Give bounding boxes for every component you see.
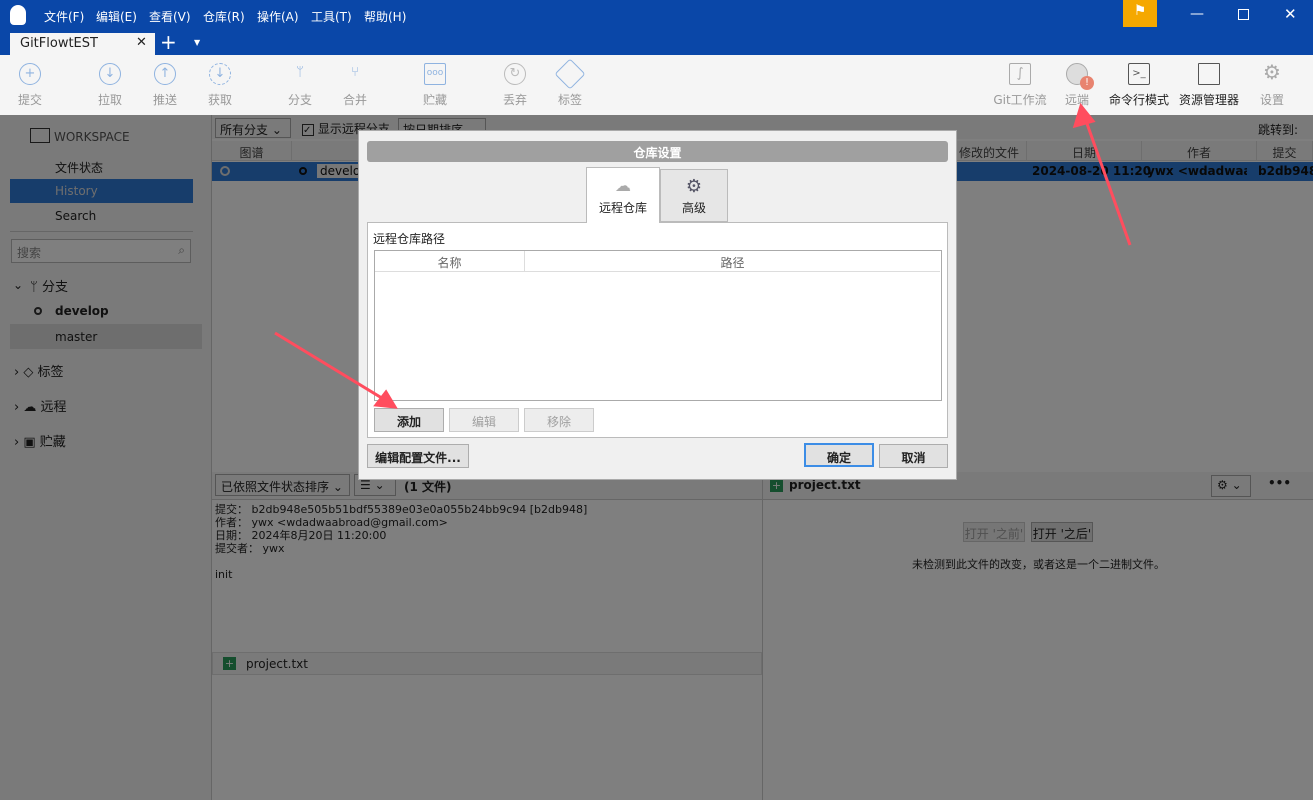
tab-remotes[interactable]: ☁ 远程仓库 [586,167,660,223]
annotation-arrowhead-remote [1072,102,1096,129]
annotation-arrowhead-add [373,389,398,409]
cloud-icon: ☁ [615,176,631,195]
annotation-arrows [274,102,1132,409]
annotation-arrow-remote [1083,117,1132,246]
annotation-arrow-add [274,331,386,402]
